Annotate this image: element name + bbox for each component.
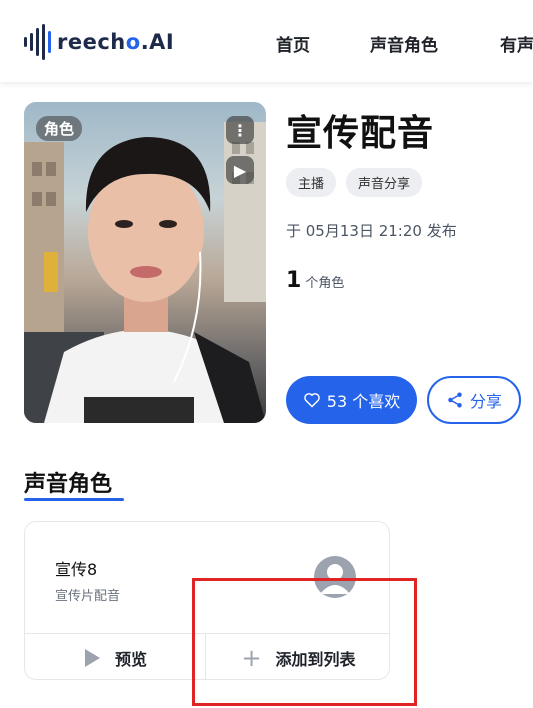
share-button[interactable]: 分享 <box>427 376 521 424</box>
top-navbar: reecho.AI 首页 声音角色 有声 <box>0 0 533 82</box>
highlight-box <box>192 578 417 706</box>
nav-voice-roles[interactable]: 声音角色 <box>370 31 438 56</box>
role-count-label: 个角色 <box>305 276 345 291</box>
portrait-illustration <box>24 122 266 423</box>
play-icon[interactable]: ▶ <box>226 156 254 184</box>
role-count: 1 个角色 <box>286 268 344 293</box>
publish-date: 于 05月13日 21:20 发布 <box>286 222 457 240</box>
section-title: 声音角色 <box>24 472 113 497</box>
role-badge: 角色 <box>36 116 83 141</box>
preview-button[interactable]: 预览 <box>25 634 206 679</box>
share-label: 分享 <box>469 392 502 411</box>
tag-anchor[interactable]: 主播 <box>286 168 337 197</box>
cover-image: 角色 ⋮ ▶ <box>24 102 266 423</box>
tag-list: 主播 声音分享 <box>286 168 423 197</box>
role-count-number: 1 <box>286 268 302 293</box>
page-title: 宣传配音 <box>286 113 435 154</box>
more-vertical-icon[interactable]: ⋮ <box>226 116 254 144</box>
role-description: 宣传片配音 <box>55 589 121 604</box>
play-icon <box>84 648 100 667</box>
logo-waveform-icon <box>24 24 51 60</box>
share-icon <box>448 392 462 408</box>
like-label: 53 个喜欢 <box>326 392 401 411</box>
nav-audiobook[interactable]: 有声 <box>500 31 533 56</box>
preview-label: 预览 <box>114 649 147 669</box>
heart-icon <box>303 393 320 408</box>
logo-text: reecho.AI <box>57 30 175 54</box>
section-underline <box>24 498 124 501</box>
reecho-logo[interactable]: reecho.AI <box>24 22 174 62</box>
nav-home[interactable]: 首页 <box>276 31 310 56</box>
tag-voice-share[interactable]: 声音分享 <box>346 168 423 197</box>
role-name: 宣传8 <box>55 560 98 579</box>
like-button[interactable]: 53 个喜欢 <box>286 376 417 424</box>
